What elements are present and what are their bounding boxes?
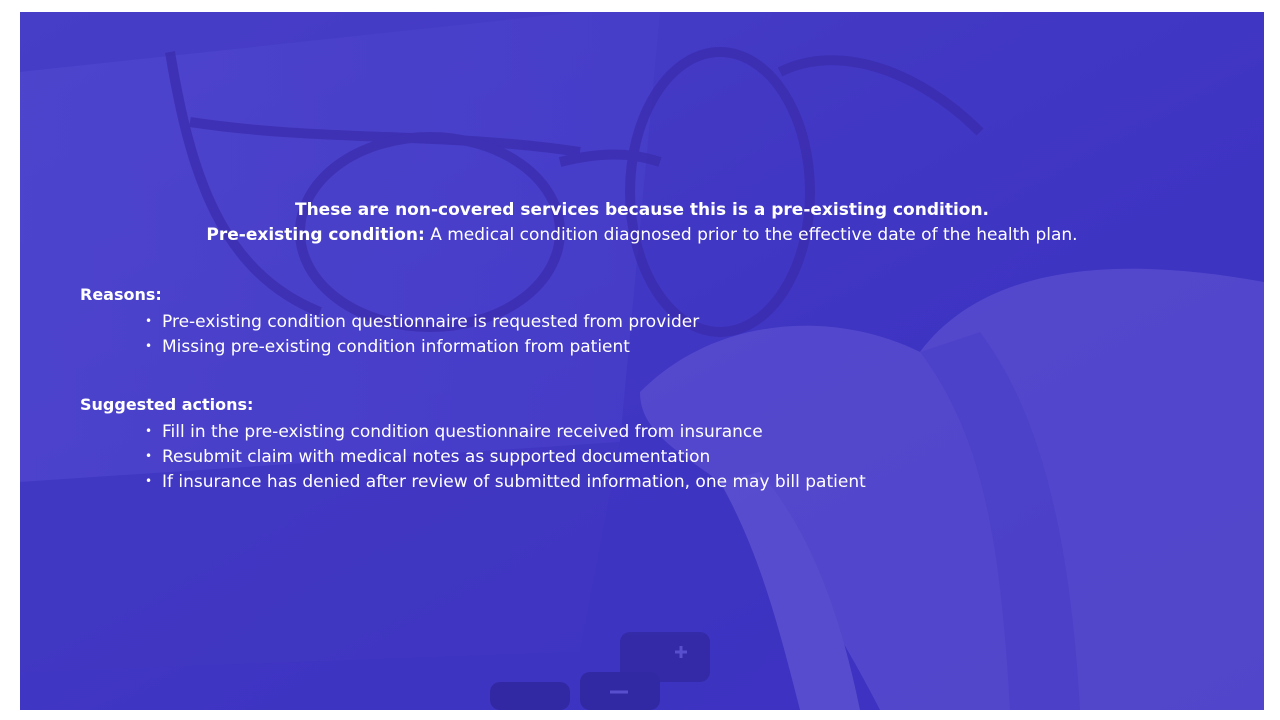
list-item: Fill in the pre-existing condition quest… [145, 419, 866, 444]
definition-line: Pre-existing condition: A medical condit… [20, 223, 1264, 248]
reasons-list: Pre-existing condition questionnaire is … [145, 309, 699, 359]
heading: These are non-covered services because t… [20, 198, 1264, 248]
reasons-title: Reasons: [80, 285, 162, 304]
slide-content: These are non-covered services because t… [20, 12, 1264, 710]
list-item: Pre-existing condition questionnaire is … [145, 309, 699, 334]
list-item: Resubmit claim with medical notes as sup… [145, 444, 866, 469]
list-item: If insurance has denied after review of … [145, 469, 866, 494]
list-item: Missing pre-existing condition informati… [145, 334, 699, 359]
definition-term: Pre-existing condition: [206, 225, 425, 245]
suggested-actions-list: Fill in the pre-existing condition quest… [145, 419, 866, 494]
heading-line: These are non-covered services because t… [294, 200, 990, 220]
slide: These are non-covered services because t… [20, 12, 1264, 710]
suggested-actions-title: Suggested actions: [80, 395, 254, 414]
definition-text: A medical condition diagnosed prior to t… [424, 225, 1078, 245]
